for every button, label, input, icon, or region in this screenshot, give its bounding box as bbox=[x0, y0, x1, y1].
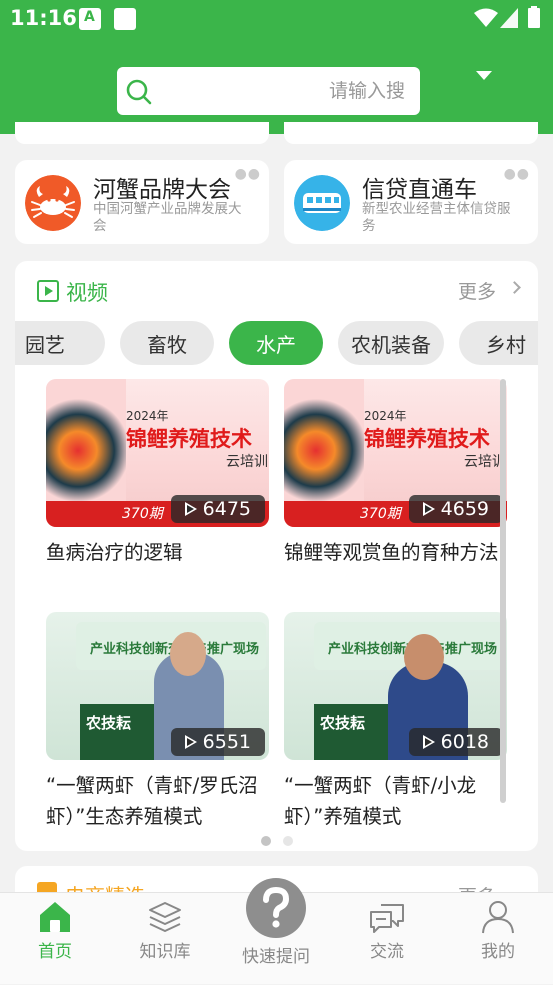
video-thumbnail[interactable]: 2024年 锦鲤养殖技术 云培训 370期 6475 bbox=[46, 379, 269, 527]
promo-subtitle: 中国河蟹产业品牌发展大会 bbox=[93, 201, 242, 234]
nav-home[interactable]: 首页 bbox=[10, 893, 100, 985]
page-indicator bbox=[283, 836, 293, 846]
video-section: 视频 更多 园艺 畜牧 水产 农机装备 乡村 2024年 锦鲤养殖技术 云培训 … bbox=[15, 261, 538, 851]
promo-card-credit[interactable]: 信贷直通车 新型农业经营主体信贷服务 ●● bbox=[284, 160, 538, 244]
battery-icon bbox=[528, 6, 540, 28]
tab-rural[interactable]: 乡村 bbox=[459, 321, 538, 365]
video-title: “一蟹两虾（青虾/罗氏沼虾）”生态养殖模式 bbox=[46, 774, 258, 828]
speaker-head bbox=[170, 632, 206, 676]
thumb-issue: 370期 bbox=[122, 506, 163, 522]
video-title: 锦鲤等观赏鱼的育种方法 bbox=[284, 541, 499, 564]
status-time: 11:16 bbox=[10, 6, 77, 30]
video-title: “一蟹两虾（青虾/小龙虾）”养殖模式 bbox=[284, 774, 477, 828]
menu-dropdown-icon[interactable] bbox=[476, 71, 492, 80]
nav-chat[interactable]: 交流 bbox=[342, 893, 432, 985]
thumb-issue: 370期 bbox=[360, 506, 401, 522]
notification-a-icon: A bbox=[79, 8, 101, 30]
koi-fish-image bbox=[46, 379, 126, 509]
video-card[interactable]: 产业科技创新交流与推广现场 农技耘 6018 “一蟹两虾（青虾/小龙虾）”养殖模… bbox=[284, 612, 507, 828]
view-count: 6475 bbox=[202, 498, 251, 520]
view-count: 6551 bbox=[202, 731, 251, 753]
view-count-badge: 6551 bbox=[170, 728, 265, 756]
search-input[interactable] bbox=[327, 67, 412, 115]
view-count-badge: 6018 bbox=[408, 728, 503, 756]
video-card[interactable]: 2024年 锦鲤养殖技术 云培训 370期 4659 锦鲤等观赏鱼的育种方法 bbox=[284, 379, 507, 599]
video-list-scrollbar[interactable] bbox=[500, 379, 506, 803]
section-title: 视频 bbox=[66, 281, 108, 305]
thumb-title: 锦鲤养殖技术 bbox=[126, 427, 252, 451]
user-icon bbox=[482, 901, 514, 934]
thumb-year: 2024年 bbox=[364, 409, 407, 423]
thumb-subtitle: 云培训 bbox=[226, 454, 268, 470]
quick-ask-button[interactable] bbox=[246, 878, 306, 938]
view-count-badge: 4659 bbox=[408, 495, 503, 523]
nav-label: 首页 bbox=[38, 942, 72, 962]
quick-ask-label: 快速提问 bbox=[242, 947, 310, 967]
nav-knowledge[interactable]: 知识库 bbox=[120, 893, 210, 985]
search-box[interactable] bbox=[117, 67, 420, 115]
view-count: 4659 bbox=[440, 498, 489, 520]
app-header: 11:16 A bbox=[0, 0, 553, 134]
chevron-right-icon[interactable] bbox=[508, 281, 521, 294]
video-thumbnail[interactable]: 产业科技创新交流与推广现场 农技耘 6018 bbox=[284, 612, 507, 760]
promo-title: 信贷直通车 bbox=[362, 177, 477, 203]
thumb-sign: 农技耘 bbox=[314, 704, 388, 760]
play-icon bbox=[422, 502, 435, 516]
cut-off-card-row bbox=[0, 122, 553, 144]
more-dots-icon: ●● bbox=[234, 166, 261, 182]
video-card[interactable]: 产业科技创新交流与推广现场 农技耘 6551 “一蟹两虾（青虾/罗氏沼虾）”生态… bbox=[46, 612, 269, 828]
nav-label: 我的 bbox=[481, 942, 515, 962]
home-icon bbox=[40, 902, 70, 932]
thumb-year: 2024年 bbox=[126, 409, 169, 423]
promo-subtitle: 新型农业经营主体信贷服务 bbox=[362, 201, 511, 234]
cut-off-card[interactable] bbox=[284, 122, 538, 144]
video-thumbnail[interactable]: 2024年 锦鲤养殖技术 云培训 370期 4659 bbox=[284, 379, 507, 527]
speaker-head bbox=[404, 634, 444, 680]
play-icon bbox=[184, 735, 197, 749]
nav-label: 知识库 bbox=[139, 942, 191, 962]
view-count: 6018 bbox=[440, 731, 489, 753]
train-icon bbox=[294, 175, 350, 231]
more-dots-icon: ●● bbox=[503, 166, 530, 182]
promo-title: 河蟹品牌大会 bbox=[93, 177, 231, 203]
notification-square-icon bbox=[114, 8, 136, 30]
nav-mine[interactable]: 我的 bbox=[453, 893, 543, 985]
wifi-icon bbox=[474, 8, 498, 27]
nav-label: 交流 bbox=[370, 942, 404, 962]
chat-bubbles-icon bbox=[370, 904, 404, 933]
tab-livestock[interactable]: 畜牧 bbox=[120, 321, 214, 365]
play-icon bbox=[422, 735, 435, 749]
video-play-icon bbox=[37, 280, 59, 302]
cut-off-card[interactable] bbox=[15, 122, 269, 144]
thumb-title: 锦鲤养殖技术 bbox=[364, 427, 490, 451]
question-mark-icon bbox=[263, 886, 290, 928]
thumb-sign: 农技耘 bbox=[80, 704, 154, 760]
layers-icon bbox=[149, 902, 181, 932]
play-icon bbox=[184, 502, 197, 516]
page-indicator-active bbox=[261, 836, 271, 846]
promo-card-crab[interactable]: 河蟹品牌大会 中国河蟹产业品牌发展大会 ●● bbox=[15, 160, 269, 244]
tab-aquaculture[interactable]: 水产 bbox=[229, 321, 323, 365]
tab-farm-machinery[interactable]: 农机装备 bbox=[338, 321, 444, 365]
view-count-badge: 6475 bbox=[170, 495, 265, 523]
search-icon bbox=[126, 79, 152, 105]
more-link[interactable]: 更多 bbox=[458, 277, 496, 304]
cell-signal-icon bbox=[500, 8, 518, 28]
video-thumbnail[interactable]: 产业科技创新交流与推广现场 农技耘 6551 bbox=[46, 612, 269, 760]
video-card[interactable]: 2024年 锦鲤养殖技术 云培训 370期 6475 鱼病治疗的逻辑 bbox=[46, 379, 269, 579]
tab-horticulture[interactable]: 园艺 bbox=[15, 321, 105, 365]
crab-icon bbox=[25, 175, 81, 231]
video-title: 鱼病治疗的逻辑 bbox=[46, 541, 183, 564]
koi-fish-image bbox=[284, 379, 364, 509]
